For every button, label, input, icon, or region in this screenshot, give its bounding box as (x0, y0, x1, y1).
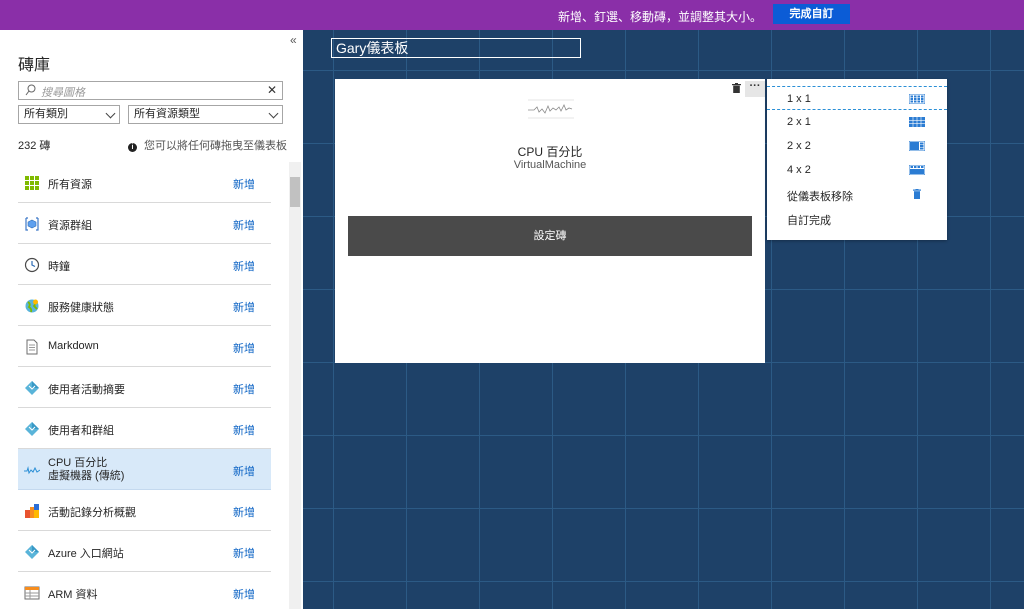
tile-item-label: 資源群組 (48, 220, 92, 232)
add-link[interactable]: 新增 (233, 504, 255, 520)
tile-item-label: ARM 資料 (48, 589, 98, 601)
clock-icon (24, 257, 40, 273)
diamond-icon (25, 422, 39, 436)
more-options-button[interactable]: ··· (745, 81, 765, 97)
document-icon (26, 339, 38, 355)
tile-item-label: 使用者活動摘要 (48, 384, 125, 396)
panel-scrollbar[interactable] (289, 162, 301, 609)
add-link[interactable]: 新增 (233, 545, 255, 561)
tile-item-label: CPU 百分比 (48, 457, 108, 469)
chevron-down-icon (268, 108, 279, 119)
category-select[interactable]: 所有類別 (18, 105, 120, 124)
tile-item-label: 服務健康狀態 (48, 302, 114, 314)
tile-item-activity-log-analytics[interactable]: 活動記錄分析概觀 新增 (18, 490, 271, 531)
trash-icon (913, 189, 921, 199)
tile-item-cpu-percentage[interactable]: CPU 百分比 虛擬機器 (傳統) 新增 (18, 449, 271, 490)
menu-item-label: 從儀表板移除 (787, 191, 853, 203)
globe-icon (25, 299, 39, 313)
drag-info: i 您可以將任何磚拖曳至儀表板 (128, 137, 287, 153)
menu-item-size-1x1[interactable]: 1 x 1 (767, 86, 947, 110)
tile-item-users-and-groups[interactable]: 使用者和群組 新增 (18, 408, 271, 449)
tile-context-menu: 1 x 1 2 x 1 2 x 2 4 x 2 從儀表板移除 自訂完成 (767, 79, 947, 240)
size-2x2-icon (909, 141, 925, 151)
menu-item-remove-from-dashboard[interactable]: 從儀表板移除 (767, 182, 947, 206)
configure-tile-button[interactable]: 設定磚 (348, 216, 752, 256)
add-link[interactable]: 新增 (233, 258, 255, 274)
sparkline-icon (24, 466, 40, 475)
add-link[interactable]: 新增 (233, 299, 255, 315)
search-icon (25, 84, 36, 96)
tile-item-label: Markdown (48, 340, 99, 352)
top-bar: 新增、釘選、移動磚，並調整其大小。 完成自訂 (0, 0, 1024, 30)
tile-item-azure-portal[interactable]: Azure 入口網站 新增 (18, 531, 271, 572)
tile-item-label: 時鐘 (48, 261, 70, 273)
menu-item-size-4x2[interactable]: 4 x 2 (767, 158, 947, 182)
clear-search-icon[interactable]: ✕ (267, 83, 277, 97)
panel-title: 磚庫 (18, 57, 51, 74)
add-link[interactable]: 新增 (233, 586, 255, 602)
scrollbar-thumb[interactable] (290, 177, 300, 207)
trash-icon[interactable] (732, 83, 741, 93)
resource-type-select[interactable]: 所有資源類型 (128, 105, 283, 124)
add-link[interactable]: 新增 (233, 422, 255, 438)
category-select-value: 所有類別 (24, 108, 68, 120)
dashboard-title-input[interactable]: Gary儀表板 (331, 38, 581, 58)
menu-item-label: 4 x 2 (787, 164, 811, 176)
search-placeholder: 搜尋圖格 (41, 87, 85, 99)
tile-count: 232 磚 (18, 140, 51, 152)
grid-icon (25, 176, 39, 190)
tile-item-service-health[interactable]: 服務健康狀態 新增 (18, 285, 271, 326)
tile-item-label: Azure 入口網站 (48, 548, 124, 560)
cpu-percentage-tile[interactable]: ··· CPU 百分比 VirtualMachine 設定磚 (335, 79, 765, 363)
info-icon: i (128, 143, 137, 152)
menu-item-label: 2 x 1 (787, 116, 811, 128)
size-1x1-icon (909, 94, 925, 104)
diamond-icon (25, 545, 39, 559)
tile-item-label: 使用者和群組 (48, 425, 114, 437)
add-link[interactable]: 新增 (233, 381, 255, 397)
add-link[interactable]: 新增 (233, 463, 255, 479)
tile-title: CPU 百分比 (517, 145, 583, 159)
tile-item-label: 所有資源 (48, 179, 92, 191)
menu-item-label: 1 x 1 (787, 93, 811, 105)
diamond-icon (25, 381, 39, 395)
menu-item-done-customizing[interactable]: 自訂完成 (767, 206, 947, 230)
tile-gallery-panel: « 磚庫 搜尋圖格 ✕ 所有類別 所有資源類型 232 磚 i 您可以將任何磚拖曳… (0, 30, 303, 609)
size-4x2-icon (909, 165, 925, 175)
menu-item-label: 自訂完成 (787, 215, 831, 227)
cube-icon (25, 217, 39, 231)
drag-info-text: 您可以將任何磚拖曳至儀表板 (144, 140, 287, 152)
collapse-panel-icon[interactable]: « (290, 33, 297, 47)
add-link[interactable]: 新增 (233, 217, 255, 233)
menu-item-size-2x1[interactable]: 2 x 1 (767, 110, 947, 134)
menu-item-label: 2 x 2 (787, 140, 811, 152)
add-link[interactable]: 新增 (233, 340, 255, 356)
tile-item-all-resources[interactable]: 所有資源 新增 (18, 162, 271, 203)
tile-subtitle: VirtualMachine (513, 159, 587, 171)
tile-item-user-activity-summary[interactable]: 使用者活動摘要 新增 (18, 367, 271, 408)
tile-item-markdown[interactable]: Markdown 新增 (18, 326, 271, 367)
size-2x1-icon (909, 117, 925, 127)
tile-item-resource-groups[interactable]: 資源群組 新增 (18, 203, 271, 244)
add-link[interactable]: 新增 (233, 176, 255, 192)
tile-item-label: 活動記錄分析概觀 (48, 507, 136, 519)
tile-item-label-block: CPU 百分比 虛擬機器 (傳統) (48, 457, 124, 483)
customize-hint: 新增、釘選、移動磚，並調整其大小。 (557, 10, 762, 24)
chevron-down-icon (105, 108, 116, 119)
tile-item-sublabel: 虛擬機器 (傳統) (48, 470, 125, 482)
table-icon (24, 586, 40, 600)
tile-list: 所有資源 新增 資源群組 新增 時鐘 新增 服務健康狀態 新增 Markdown… (18, 162, 271, 609)
analytics-icon (25, 504, 39, 518)
done-customizing-button[interactable]: 完成自訂 (773, 4, 850, 24)
sparkline-icon (528, 99, 574, 119)
menu-item-size-2x2[interactable]: 2 x 2 (767, 134, 947, 158)
tile-item-clock[interactable]: 時鐘 新增 (18, 244, 271, 285)
search-input[interactable]: 搜尋圖格 ✕ (18, 81, 283, 100)
resource-type-select-value: 所有資源類型 (134, 108, 200, 120)
tile-item-arm-data[interactable]: ARM 資料 新增 (18, 572, 271, 609)
